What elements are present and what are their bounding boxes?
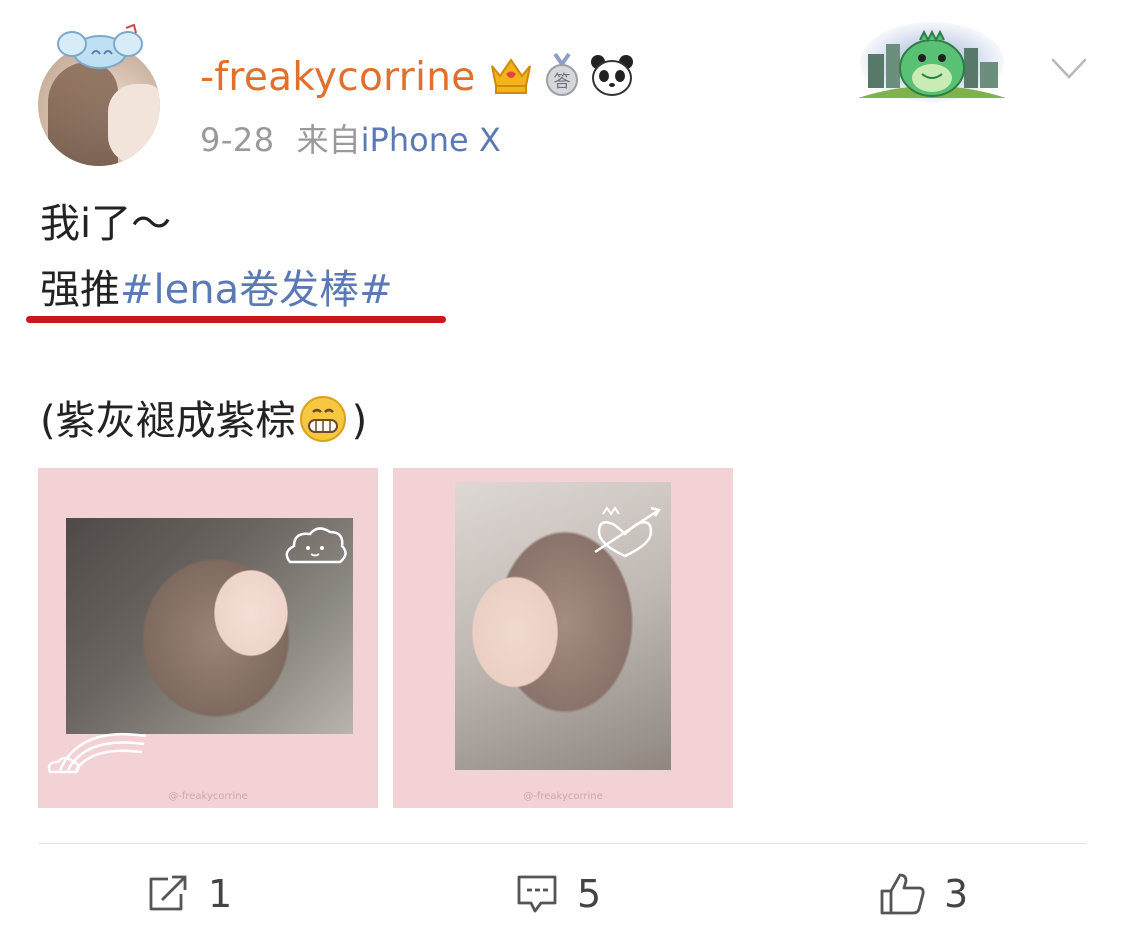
repost-icon xyxy=(149,875,187,911)
source-device[interactable]: iPhone X xyxy=(361,121,501,159)
post-meta: 9-28 来自iPhone X xyxy=(200,120,501,160)
repost-count: 1 xyxy=(208,872,233,916)
comment-count: 5 xyxy=(577,872,602,916)
weibo-post: -freakycorrine 答 9-28 来自iPhone X 我i了～ 强推… xyxy=(0,0,1125,931)
comment-icon xyxy=(517,875,557,913)
red-underline-annotation xyxy=(26,316,446,323)
post-text-line-2: 强推#lena卷发棒# xyxy=(40,264,393,316)
post-text-line-1: 我i了～ xyxy=(40,201,172,247)
post-text-line-3: (紫灰褪成紫棕 ) xyxy=(40,394,367,447)
dinosaur-card-sticker[interactable] xyxy=(856,18,1008,104)
post-photo-2[interactable]: @-freakycorrine xyxy=(393,468,733,808)
elephant-avatar-frame-icon xyxy=(57,24,143,69)
post-text-paren-close: ) xyxy=(351,398,368,444)
photo-watermark: @-freakycorrine xyxy=(523,791,603,802)
hashtag-link[interactable]: #lena卷发棒# xyxy=(120,267,393,313)
grin-emoji-icon xyxy=(299,396,346,442)
cloud-doodle-icon xyxy=(285,527,347,564)
source-prefix: 来自 xyxy=(296,121,361,159)
svg-text:答: 答 xyxy=(554,72,571,92)
action-bar-divider xyxy=(38,843,1086,844)
username[interactable]: -freakycorrine xyxy=(200,52,476,104)
panda-badge-icon[interactable] xyxy=(589,52,635,98)
post-photo-1[interactable]: @-freakycorrine xyxy=(38,468,378,808)
post-text-paren-open: (紫灰褪成紫棕 xyxy=(40,398,296,444)
like-count: 3 xyxy=(944,872,969,916)
repost-button[interactable]: 1 xyxy=(146,864,232,924)
like-button[interactable]: 3 xyxy=(878,864,968,924)
post-text-prefix: 强推 xyxy=(40,267,120,313)
crown-badge-icon[interactable] xyxy=(488,52,534,98)
comment-button[interactable]: 5 xyxy=(515,864,601,924)
answer-medal-icon[interactable]: 答 xyxy=(543,52,581,98)
photo-watermark: @-freakycorrine xyxy=(168,791,248,802)
post-date: 9-28 xyxy=(200,121,275,159)
chevron-down-icon[interactable] xyxy=(1050,56,1088,82)
rainbow-doodle-icon xyxy=(47,732,147,774)
thumbs-up-icon xyxy=(880,873,925,915)
heart-arrow-doodle-icon xyxy=(594,506,662,558)
